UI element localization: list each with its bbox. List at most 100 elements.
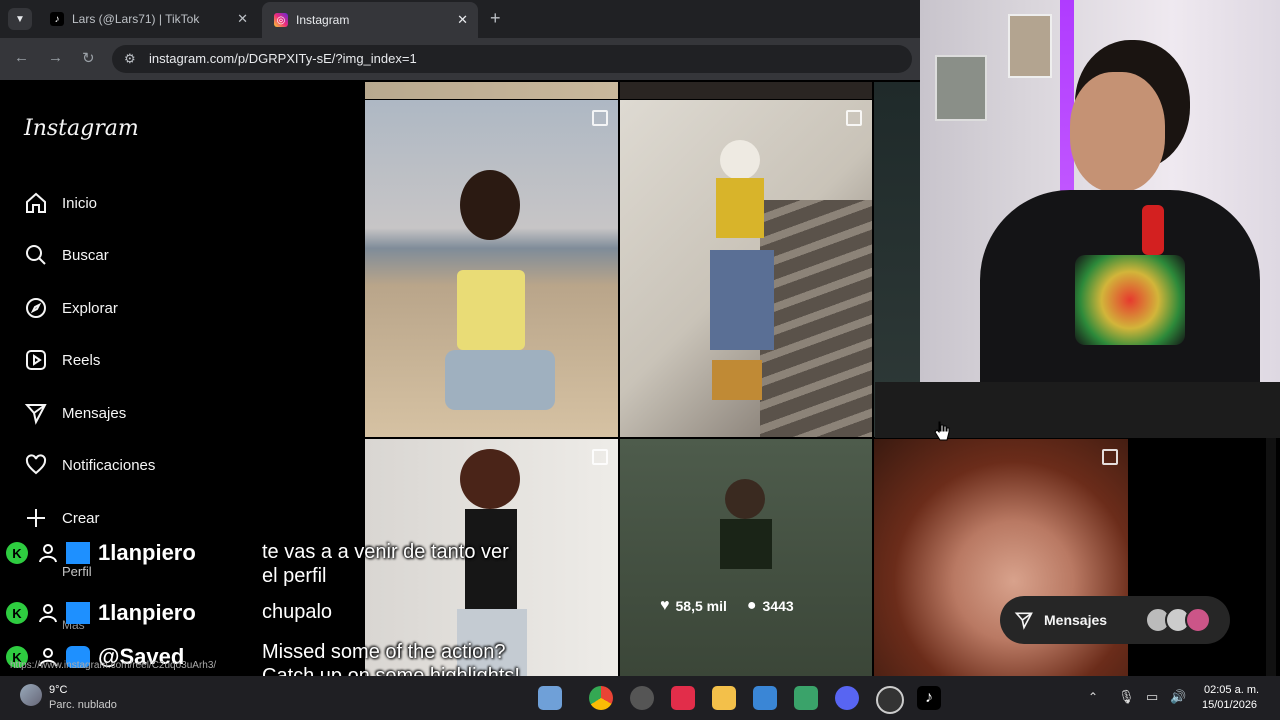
obs-icon[interactable] xyxy=(630,686,654,710)
url-text[interactable]: instagram.com/p/DGRPXITy-sE/?img_index=1 xyxy=(149,51,417,66)
weather-icon[interactable] xyxy=(20,684,42,706)
discord-icon[interactable] xyxy=(835,686,859,710)
post-thumbnail[interactable]: ♥ 58,5 mil ● 3443 xyxy=(620,439,872,676)
chat-username: 1lanpiero xyxy=(98,540,196,565)
webcam-overlay xyxy=(920,0,1280,382)
reload-icon[interactable]: ↻ xyxy=(82,49,95,67)
compass-icon xyxy=(26,298,46,318)
photo-figure xyxy=(725,479,765,519)
back-icon[interactable]: ← xyxy=(14,49,29,66)
nav-inicio[interactable]: Inicio xyxy=(24,188,97,218)
store-icon[interactable] xyxy=(753,686,777,710)
clock-time[interactable]: 02:05 a. m. xyxy=(1204,684,1259,696)
photo-figure xyxy=(720,140,760,180)
comment-icon: ● xyxy=(746,597,757,614)
photo-stairs xyxy=(760,200,872,437)
nav-label: Notificaciones xyxy=(62,456,156,474)
comments-count: 3443 xyxy=(762,598,794,614)
post-thumbnail[interactable] xyxy=(365,82,618,99)
post-thumbnail[interactable] xyxy=(620,100,872,437)
kick-badge-icon: K xyxy=(6,602,28,624)
new-tab-button[interactable]: + xyxy=(490,9,501,27)
tiktok-icon: ♪ xyxy=(50,12,64,26)
hoodie-graphic xyxy=(1075,255,1185,345)
photo-figure xyxy=(720,519,772,569)
site-info-icon[interactable]: ⚙ xyxy=(124,51,136,67)
nav-reels[interactable]: Reels xyxy=(24,345,100,375)
clock-date[interactable]: 15/01/2026 xyxy=(1202,699,1257,711)
carousel-icon xyxy=(846,110,862,126)
chat-message: K 1lanpiero xyxy=(6,540,196,566)
carousel-icon xyxy=(1102,449,1118,465)
wall-photo xyxy=(935,55,987,121)
tiktok-icon[interactable]: ♪ xyxy=(917,686,941,710)
photo-figure xyxy=(712,360,762,400)
app-icon[interactable] xyxy=(538,686,562,710)
close-tab-icon[interactable]: ✕ xyxy=(457,12,468,28)
user-icon xyxy=(39,544,57,563)
app-icon[interactable] xyxy=(794,686,818,710)
user-icon xyxy=(39,604,57,623)
status-link: https://www.instagram.com/reel/C2uqo3uAr… xyxy=(10,660,217,671)
nav-crear[interactable]: Crear xyxy=(24,503,100,533)
nav-mensajes[interactable]: Mensajes xyxy=(24,398,126,428)
nav-label: Buscar xyxy=(62,246,109,264)
send-icon xyxy=(1014,612,1033,630)
verified-badge-icon xyxy=(66,542,90,564)
avatar xyxy=(1185,607,1212,633)
message-avatars xyxy=(1145,607,1212,633)
post-thumbnail[interactable] xyxy=(365,100,618,437)
weather-desc[interactable]: Parc. nublado xyxy=(49,699,117,711)
send-icon xyxy=(24,404,47,425)
post-stats-overlay: ♥ 58,5 mil ● 3443 xyxy=(660,594,794,618)
volume-icon[interactable]: 🔊 xyxy=(1170,689,1186,705)
weather-temp[interactable]: 9°C xyxy=(49,684,67,696)
tab-search-button[interactable]: ▼ xyxy=(8,8,32,30)
chat-message-text: chupalo xyxy=(262,601,333,623)
messages-button[interactable]: Mensajes xyxy=(1000,596,1230,644)
photo-figure xyxy=(710,250,774,350)
media-player-icon[interactable] xyxy=(876,686,904,714)
photo-figure xyxy=(460,449,520,509)
network-icon[interactable]: ▭ xyxy=(1146,689,1158,705)
chat-message: K 1lanpiero xyxy=(6,600,196,626)
instagram-logo[interactable]: Instagram xyxy=(24,116,139,141)
photo-figure xyxy=(457,270,525,350)
reels-icon xyxy=(26,350,46,370)
chat-username: 1lanpiero xyxy=(98,600,196,625)
chrome-icon[interactable] xyxy=(589,686,613,710)
wall-photo xyxy=(1008,14,1052,78)
instagram-icon: ◎ xyxy=(274,13,288,27)
tiktok-live-icon[interactable] xyxy=(671,686,695,710)
tab-tiktok[interactable]: ♪ Lars (@Lars71) | TikTok ✕ xyxy=(38,5,258,33)
carousel-icon xyxy=(592,449,608,465)
streamer-face xyxy=(1070,72,1165,192)
close-tab-icon[interactable]: ✕ xyxy=(237,11,248,27)
post-thumbnail[interactable] xyxy=(620,82,872,99)
home-icon xyxy=(26,192,46,213)
tab-title: Lars (@Lars71) | TikTok xyxy=(72,12,200,26)
microphone xyxy=(1142,205,1164,255)
scrollbar[interactable] xyxy=(1266,438,1276,676)
heart-icon: ♥ xyxy=(660,597,670,614)
nav-buscar[interactable]: Buscar xyxy=(24,240,109,270)
nav-explorar[interactable]: Explorar xyxy=(24,293,118,323)
photo-figure xyxy=(460,170,520,240)
nav-label: Reels xyxy=(62,351,101,369)
verified-badge-icon xyxy=(66,602,90,624)
tab-instagram[interactable]: ◎ Instagram ✕ xyxy=(262,2,478,38)
nav-notificaciones[interactable]: Notificaciones xyxy=(24,450,155,480)
photo-figure xyxy=(716,178,764,238)
nav-label: Mensajes xyxy=(62,404,127,422)
folder-icon[interactable] xyxy=(712,686,736,710)
search-icon xyxy=(26,245,46,265)
nav-label: Crear xyxy=(62,509,100,527)
plus-icon xyxy=(27,509,45,527)
microphone-icon[interactable]: 🎙 xyxy=(1118,689,1135,705)
likes-count: 58,5 mil xyxy=(675,598,727,614)
chevron-up-icon[interactable]: ⌃ xyxy=(1088,690,1098,704)
chat-message-text: te vas a a venir de tanto ver el perfil xyxy=(262,541,509,587)
forward-icon[interactable]: → xyxy=(48,49,63,66)
kick-badge-icon: K xyxy=(6,542,28,564)
tab-title: Instagram xyxy=(296,13,350,27)
